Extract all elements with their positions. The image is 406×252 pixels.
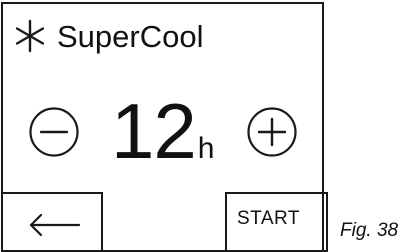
arrow-left-icon (29, 214, 81, 236)
minus-circle-icon (29, 107, 79, 157)
timer-display: 12 h (111, 92, 214, 170)
timer-unit: h (197, 132, 215, 165)
timer-value: 12 (111, 87, 197, 175)
control-panel: SuperCool 12 h START (1, 2, 328, 252)
decrease-button[interactable] (28, 106, 80, 158)
back-button[interactable] (1, 192, 103, 252)
snowflake-asterisk-icon (15, 19, 45, 53)
start-button-label: START (237, 208, 301, 229)
mode-row: SuperCool (13, 14, 203, 58)
mode-label: SuperCool (57, 18, 204, 54)
start-button[interactable]: START (225, 192, 328, 252)
plus-circle-icon (247, 107, 297, 157)
figure-caption: Fig. 38 (340, 220, 399, 241)
increase-button[interactable] (246, 106, 298, 158)
